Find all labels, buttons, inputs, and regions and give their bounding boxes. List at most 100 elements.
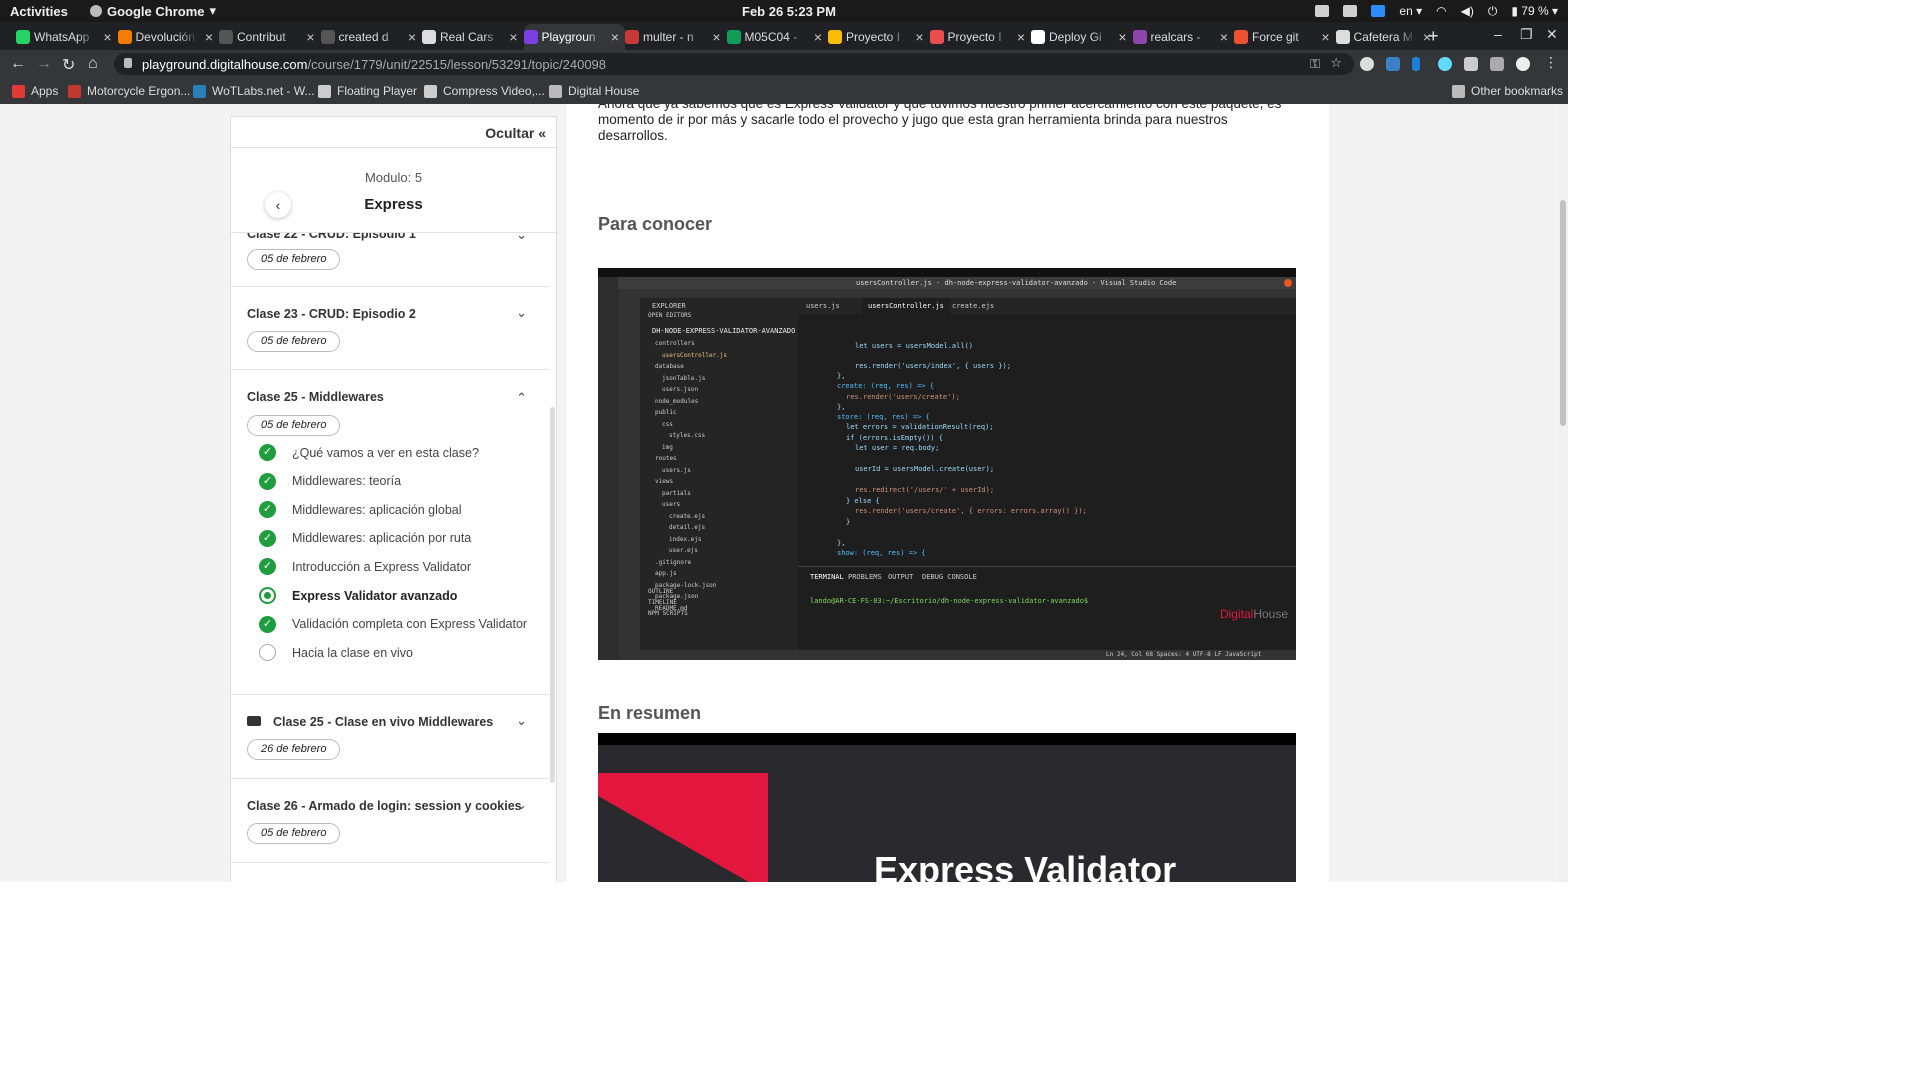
browser-tab[interactable]: Playgroun × xyxy=(523,24,625,50)
lesson-item[interactable]: ✓ Middlewares: aplicación global xyxy=(259,501,462,519)
class-item[interactable]: Clase 23 - CRUD: Episodio 2 ⌄ 05 de febr… xyxy=(231,287,549,370)
lesson-item[interactable]: Express Validator avanzado xyxy=(259,587,457,604)
bookmark-icon xyxy=(424,84,437,98)
language-indicator[interactable]: en ▾ xyxy=(1399,4,1422,18)
class-item[interactable]: Clase 25 - Clase en vivo Middlewares ⌄ 2… xyxy=(231,695,549,779)
bookmark-item[interactable]: Motorcycle Ergon... xyxy=(68,84,190,98)
bookmark-item[interactable]: Apps xyxy=(12,84,58,98)
react-devtools-icon[interactable] xyxy=(1438,57,1452,71)
browser-tab[interactable]: M05C04 - × xyxy=(726,24,829,50)
extensions-puzzle-icon[interactable] xyxy=(1464,57,1478,71)
page-scrollbar[interactable] xyxy=(1558,104,1568,882)
code-line: let errors = validationResult(req); xyxy=(846,423,994,431)
close-tab-icon[interactable]: × xyxy=(205,29,213,45)
power-icon[interactable]: ⏻ xyxy=(1488,4,1498,19)
explorer-file: public xyxy=(655,409,677,416)
back-icon[interactable]: ← xyxy=(10,55,26,73)
clock[interactable]: Feb 26 5:23 PM xyxy=(742,4,836,19)
explorer-file: routes xyxy=(655,455,677,462)
vscode-menubar xyxy=(598,289,1296,298)
browser-tab[interactable]: Contribut × xyxy=(219,24,321,50)
close-tab-icon[interactable]: × xyxy=(306,29,314,45)
hide-sidebar-button[interactable]: Ocultar « xyxy=(485,125,546,141)
media-control-icon[interactable] xyxy=(1490,57,1504,71)
browser-tab[interactable]: WhatsApp × xyxy=(16,24,118,50)
bookmark-star-icon[interactable]: ☆ xyxy=(1330,55,1342,71)
close-tab-icon[interactable]: × xyxy=(814,29,822,45)
bookmark-item[interactable]: WoTLabs.net - W... xyxy=(193,84,314,98)
browser-tab[interactable]: Real Cars × xyxy=(422,24,524,50)
browser-tab[interactable]: Force git × xyxy=(1234,24,1336,50)
other-bookmarks[interactable]: Other bookmarks xyxy=(1452,84,1563,98)
minimize-icon[interactable]: – xyxy=(1494,26,1502,42)
lesson-item[interactable]: ✓ Validación completa con Express Validat… xyxy=(259,615,527,633)
home-icon[interactable]: ⌂ xyxy=(88,55,98,73)
class-item-expanded[interactable]: Clase 25 - Middlewares ⌃ 05 de febrero ✓… xyxy=(231,370,549,695)
tray-app-icon[interactable] xyxy=(1315,5,1330,17)
video-banner[interactable]: Express Validator xyxy=(598,733,1296,882)
extension-icon[interactable] xyxy=(1386,57,1400,71)
editor-tabs: users.js usersController.js create.ejs xyxy=(798,298,1296,314)
close-tab-icon[interactable]: × xyxy=(408,29,416,45)
close-window-icon[interactable]: ✕ xyxy=(1546,26,1558,43)
lesson-item[interactable]: ✓ Middlewares: teoría xyxy=(259,472,401,490)
close-tab-icon[interactable]: × xyxy=(1321,29,1329,45)
close-tab-icon[interactable]: × xyxy=(1118,29,1126,45)
browser-tab[interactable]: multer - n × xyxy=(625,24,727,50)
favicon-icon xyxy=(16,30,30,44)
close-tab-icon[interactable]: × xyxy=(1017,29,1025,45)
forward-icon[interactable]: → xyxy=(36,55,52,73)
module-title: Express xyxy=(364,196,423,213)
app-menu[interactable]: Google Chrome ▾ xyxy=(90,3,216,19)
maximize-icon[interactable]: ❐ xyxy=(1520,26,1533,43)
menu-kebab-icon[interactable]: ⋮ xyxy=(1544,54,1558,70)
lock-icon[interactable] xyxy=(124,58,132,68)
class-item[interactable]: Clase 22 - CRUD: Episodio 1 ⌄ 05 de febr… xyxy=(231,233,549,287)
browser-tab[interactable]: Proyecto I × xyxy=(929,24,1032,50)
browser-tab[interactable]: created d × xyxy=(320,24,423,50)
bookmark-item[interactable]: Digital House xyxy=(549,84,639,98)
key-icon[interactable]: ⚿ xyxy=(1310,56,1320,72)
scrollbar-thumb[interactable] xyxy=(1560,200,1566,426)
browser-tab[interactable]: Devolución × xyxy=(117,24,220,50)
lesson-item[interactable]: ✓ Middlewares: aplicación por ruta xyxy=(259,529,471,547)
bookmark-item[interactable]: Floating Player xyxy=(318,84,417,98)
lesson-item[interactable]: ✓ ¿Qué vamos a ver en esta clase? xyxy=(259,444,479,461)
address-bar[interactable]: playground.digitalhouse.com/course/1779/… xyxy=(114,53,1354,75)
browser-tab[interactable]: realcars - × xyxy=(1132,24,1235,50)
explorer-file: index.ejs xyxy=(669,535,702,543)
battery-indicator[interactable]: ▮ 79 % ▾ xyxy=(1511,4,1558,18)
close-tab-icon[interactable]: × xyxy=(103,29,111,45)
zoom-icon[interactable] xyxy=(1371,5,1386,17)
chevron-down-icon[interactable]: ⌄ xyxy=(516,797,527,813)
status-bar: Ln 24, Col 68 Spaces: 4 UTF-8 LF JavaScr… xyxy=(618,650,1296,660)
close-tab-icon[interactable]: × xyxy=(712,29,720,45)
extension-icon[interactable] xyxy=(1360,57,1374,71)
close-tab-icon[interactable]: × xyxy=(915,29,923,45)
new-tab-button[interactable]: + xyxy=(1428,26,1439,47)
browser-tab[interactable]: Cafetera M × xyxy=(1335,24,1438,50)
profile-avatar[interactable] xyxy=(1516,57,1530,71)
code-line: } else { xyxy=(846,497,880,505)
chevron-down-icon[interactable]: ⌄ xyxy=(516,713,527,729)
browser-tab[interactable]: Deploy Gi × xyxy=(1031,24,1133,50)
activities-button[interactable]: Activities xyxy=(10,4,68,19)
code-line: res.redirect('/users/' + userId); xyxy=(855,486,995,494)
reload-icon[interactable]: ↻ xyxy=(62,55,75,75)
class-item[interactable]: Clase 26 - Armado de login: session y co… xyxy=(231,779,549,863)
sidebar-scrollbar[interactable] xyxy=(550,407,555,783)
discord-icon[interactable] xyxy=(1343,5,1358,17)
browser-tab[interactable]: Proyecto I × xyxy=(828,24,930,50)
close-tab-icon[interactable]: × xyxy=(611,29,619,45)
extension-icon[interactable] xyxy=(1412,57,1420,71)
chevron-down-icon[interactable]: ⌄ xyxy=(516,233,527,243)
chevron-down-icon[interactable]: ⌄ xyxy=(516,305,527,321)
close-tab-icon[interactable]: × xyxy=(1220,29,1228,45)
close-tab-icon[interactable]: × xyxy=(509,29,517,45)
volume-icon[interactable]: ◀) xyxy=(1461,4,1474,18)
bookmark-item[interactable]: Compress Video,... xyxy=(424,84,545,98)
wifi-icon[interactable]: ◠ xyxy=(1436,4,1446,18)
lesson-item[interactable]: ✓ Introducción a Express Validator xyxy=(259,558,471,576)
lesson-item[interactable]: Hacia la clase en vivo xyxy=(259,644,413,662)
chevron-up-icon[interactable]: ⌃ xyxy=(516,390,527,406)
